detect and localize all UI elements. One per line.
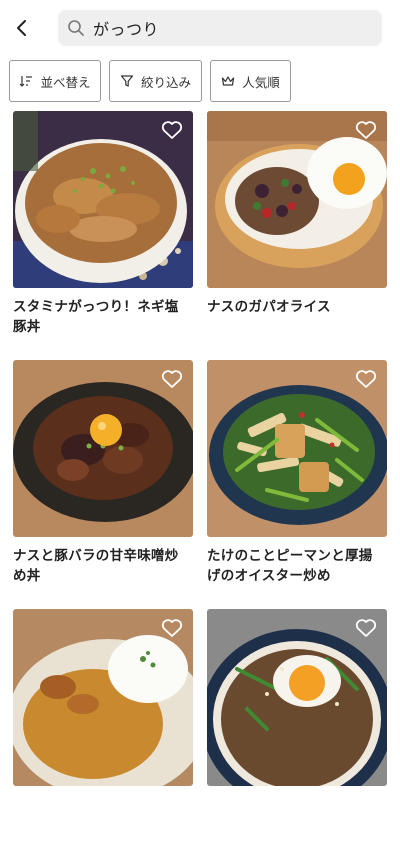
recipe-image[interactable] xyxy=(207,360,387,537)
heart-outline-icon[interactable] xyxy=(161,120,183,140)
filter-button[interactable]: 絞り込み xyxy=(109,60,202,102)
recipe-card[interactable] xyxy=(207,609,387,858)
heart-outline-icon[interactable] xyxy=(355,369,377,389)
heart-outline-icon[interactable] xyxy=(355,120,377,140)
search-query-text: がっつり xyxy=(93,20,160,39)
recipe-image[interactable] xyxy=(13,609,193,786)
recipe-card[interactable]: スタミナがっつり！ネギ塩豚丼 xyxy=(13,111,193,360)
sort-button[interactable]: 並べ替え xyxy=(9,60,101,102)
recipe-grid: スタミナがっつり！ネギ塩豚丼 ナスのガパオライス ナスと豚バラの甘辛味噌炒め丼 … xyxy=(13,111,387,858)
recipe-title[interactable]: ナスと豚バラの甘辛味噌炒め丼 xyxy=(13,546,189,586)
popular-sort-button[interactable]: 人気順 xyxy=(210,60,291,102)
recipe-image[interactable] xyxy=(207,609,387,786)
filter-label: 絞り込み xyxy=(140,74,191,90)
funnel-icon xyxy=(120,75,134,87)
sort-label: 並べ替え xyxy=(40,74,91,90)
popular-label: 人気順 xyxy=(242,74,280,90)
recipe-image[interactable] xyxy=(13,111,193,288)
recipe-card[interactable]: ナスと豚バラの甘辛味噌炒め丼 xyxy=(13,360,193,609)
recipe-card[interactable] xyxy=(13,609,193,858)
recipe-image[interactable] xyxy=(207,111,387,288)
search-icon xyxy=(68,20,84,36)
heart-outline-icon[interactable] xyxy=(161,618,183,638)
recipe-title[interactable]: ナスのガパオライス xyxy=(207,297,383,317)
back-button[interactable] xyxy=(6,12,38,44)
recipe-card[interactable]: たけのことピーマンと厚揚げのオイスター炒め xyxy=(207,360,387,609)
recipe-image[interactable] xyxy=(13,360,193,537)
recipe-card[interactable]: ナスのガパオライス xyxy=(207,111,387,360)
heart-outline-icon[interactable] xyxy=(161,369,183,389)
chevron-left-icon xyxy=(17,20,26,36)
sort-icon xyxy=(20,76,33,87)
top-bar: がっつり xyxy=(0,0,400,56)
filter-bar: 並べ替え 絞り込み 人気順 xyxy=(9,60,399,104)
heart-outline-icon[interactable] xyxy=(355,618,377,638)
search-input[interactable]: がっつり xyxy=(58,10,382,46)
recipe-title[interactable]: たけのことピーマンと厚揚げのオイスター炒め xyxy=(207,546,383,586)
recipe-title[interactable]: スタミナがっつり！ネギ塩豚丼 xyxy=(13,297,189,337)
crown-icon xyxy=(222,76,235,86)
